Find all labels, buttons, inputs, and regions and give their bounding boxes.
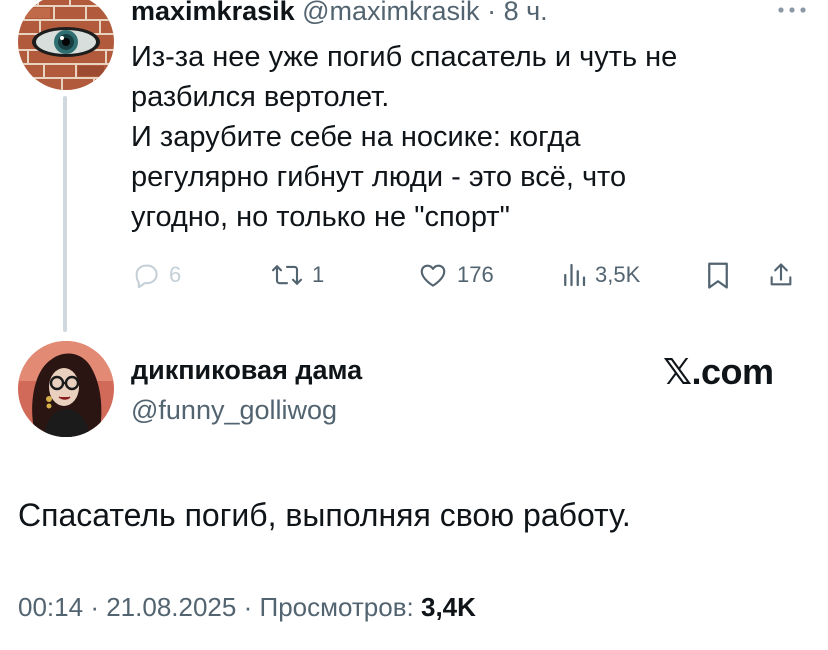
retweet-button[interactable]: 1	[270, 259, 324, 291]
separator-dot: ·	[487, 0, 497, 26]
author-handle[interactable]: @maximkrasik	[302, 0, 479, 26]
tweet-text-line: разбился вертолет.	[131, 81, 390, 113]
separator-dot: ·	[90, 592, 99, 622]
heart-icon	[420, 264, 446, 287]
tweet-text-line: регулярно гибнут люди - это всё, что	[131, 161, 627, 193]
reply-bubble-icon	[135, 264, 158, 289]
views-count: 3,5K	[595, 262, 641, 287]
share-button[interactable]	[767, 259, 795, 291]
like-count: 176	[457, 262, 494, 287]
author-handle[interactable]: @funny_golliwog	[131, 395, 337, 426]
author-name[interactable]: дикпиковая дама	[131, 355, 362, 386]
views-button[interactable]: 3,5K	[561, 259, 640, 291]
eye-on-brick-avatar-image	[18, 0, 114, 90]
retweet-count: 1	[312, 262, 325, 287]
tweet-time[interactable]: 8 ч.	[504, 0, 548, 26]
share-icon	[770, 263, 792, 286]
thread-connector-line	[63, 96, 67, 332]
more-dots-icon[interactable]	[775, 0, 809, 20]
tweet-text-line: И зарубите себе на носике: когда	[131, 121, 581, 153]
like-button[interactable]: 176	[417, 259, 494, 291]
x-com-watermark: 𝕏.com	[663, 351, 774, 392]
views-label: Просмотров:	[259, 592, 414, 622]
retweet-icon	[271, 265, 303, 285]
reply-button[interactable]: 6	[131, 259, 181, 291]
parent-tweet-header: maximkrasik @maximkrasik · 8 ч.	[131, 0, 548, 28]
views-bars-icon	[564, 263, 586, 287]
tweet-text-line: угодно, но только не "спорт"	[131, 201, 510, 233]
bookmark-button[interactable]	[704, 259, 732, 291]
woman-portrait-avatar-image	[18, 341, 114, 437]
avatar-funny-golliwog[interactable]	[18, 341, 114, 437]
bookmark-icon	[708, 262, 728, 289]
tweet-meta: 00:14 · 21.08.2025 · Просмотров: 3,4K	[18, 592, 476, 623]
tweet-time[interactable]: 00:14	[18, 592, 83, 622]
tweet-date[interactable]: 21.08.2025	[106, 592, 236, 622]
separator-dot: ·	[243, 592, 253, 622]
author-name[interactable]: maximkrasik	[131, 0, 295, 26]
avatar-maximkrasik[interactable]	[18, 0, 114, 90]
views-count[interactable]: 3,4K	[421, 592, 476, 622]
tweet-text-line: Из-за нее уже погиб спасатель и чуть не	[131, 41, 678, 73]
reply-count: 6	[169, 262, 182, 287]
main-tweet-text: Спасатель погиб, выполняя свою работу.	[18, 497, 631, 533]
parent-tweet-text: Из-за нее уже погиб спасатель и чуть не …	[131, 37, 801, 237]
